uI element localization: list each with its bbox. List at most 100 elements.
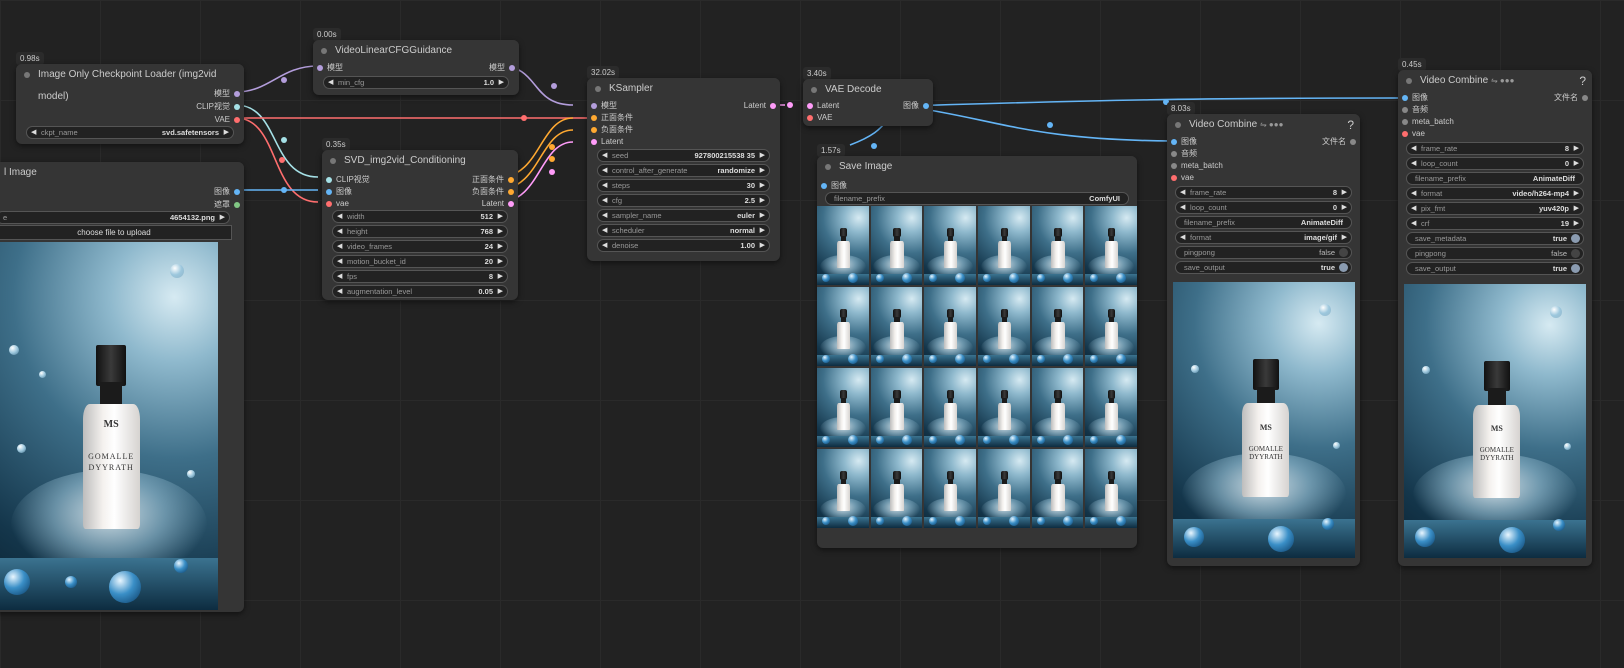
- pix-fmt-combo[interactable]: ◀ pix_fmt yuv420p ▶: [1406, 202, 1584, 215]
- arrow-left-icon[interactable]: ◀: [1180, 232, 1185, 243]
- arrow-left-icon[interactable]: ◀: [1411, 143, 1416, 154]
- arrow-right-icon[interactable]: ▶: [1574, 203, 1579, 214]
- pingpong-toggle[interactable]: pingpong false: [1175, 246, 1352, 259]
- slot-dot-icon[interactable]: [1582, 95, 1588, 101]
- output-thumbnail[interactable]: [817, 449, 869, 528]
- output-thumbnail[interactable]: [924, 368, 976, 447]
- filename-prefix-text[interactable]: filename_prefix ComfyUI: [825, 192, 1129, 205]
- save-output-toggle[interactable]: save_output true: [1175, 261, 1352, 274]
- min-cfg-number[interactable]: ◀ min_cfg 1.0 ▶: [323, 76, 509, 89]
- video-preview[interactable]: MS GOMALLE DYYRATH: [1404, 284, 1586, 558]
- node-vae-decode[interactable]: VAE Decode Latent VAE 图像: [803, 79, 933, 126]
- input-slot-audio[interactable]: 音频: [1402, 104, 1428, 116]
- filename-prefix-text[interactable]: filename_prefix AnimateDiff: [1175, 216, 1352, 229]
- arrow-left-icon[interactable]: ◀: [337, 226, 342, 237]
- arrow-right-icon[interactable]: ▶: [1342, 187, 1347, 198]
- output-thumbnail[interactable]: [924, 449, 976, 528]
- arrow-left-icon[interactable]: ◀: [602, 165, 607, 176]
- filename-prefix-text[interactable]: filename_prefix AnimateDiff: [1406, 172, 1584, 185]
- output-slot-vae[interactable]: VAE: [215, 114, 240, 126]
- cfg-number[interactable]: ◀ cfg 2.5 ▶: [597, 194, 770, 207]
- input-slot-clip-vision[interactable]: CLIP视觉: [326, 174, 370, 186]
- collapse-dot-icon[interactable]: [330, 158, 336, 164]
- slot-dot-icon[interactable]: [326, 189, 332, 195]
- pingpong-toggle[interactable]: pingpong false: [1406, 247, 1584, 260]
- slot-dot-icon[interactable]: [807, 115, 813, 121]
- arrow-right-icon[interactable]: ▶: [760, 150, 765, 161]
- collapse-dot-icon[interactable]: [24, 72, 30, 78]
- image-combo[interactable]: e 4654132.png ▶: [0, 211, 230, 224]
- slot-dot-icon[interactable]: [807, 103, 813, 109]
- collapse-dot-icon[interactable]: [811, 87, 817, 93]
- node-svd-conditioning[interactable]: SVD_img2vid_Conditioning CLIP视觉 图像 vae 正…: [322, 150, 518, 300]
- output-thumbnail[interactable]: [978, 449, 1030, 528]
- input-slot-audio[interactable]: 音频: [1171, 148, 1197, 160]
- slot-dot-icon[interactable]: [1171, 151, 1177, 157]
- ckpt-name-combo[interactable]: ◀ ckpt_name svd.safetensors ▶: [26, 126, 234, 139]
- output-thumbnail[interactable]: [870, 287, 923, 366]
- output-thumbnail[interactable]: [817, 287, 869, 366]
- output-thumbnail[interactable]: [924, 287, 976, 366]
- slot-dot-icon[interactable]: [591, 139, 597, 145]
- loop-count-number[interactable]: ◀ loop_count 0 ▶: [1406, 157, 1584, 170]
- node-video-linear-cfg[interactable]: VideoLinearCFGGuidance 模型 模型 ◀ min_cfg 1.0…: [313, 40, 519, 95]
- input-slot-model[interactable]: 模型: [317, 62, 343, 74]
- arrow-right-icon[interactable]: ▶: [760, 195, 765, 206]
- input-slot-positive[interactable]: 正面条件: [591, 112, 633, 124]
- arrow-right-icon[interactable]: ▶: [760, 225, 765, 236]
- steps-number[interactable]: ◀ steps 30 ▶: [597, 179, 770, 192]
- output-slot-filenames[interactable]: 文件名: [1322, 136, 1356, 148]
- arrow-right-icon[interactable]: ▶: [1574, 158, 1579, 169]
- slot-dot-icon[interactable]: [1350, 139, 1356, 145]
- slot-dot-icon[interactable]: [1171, 139, 1177, 145]
- node-checkpoint-loader[interactable]: Image Only Checkpoint Loader (img2vid mo…: [16, 64, 244, 144]
- output-slot-mask[interactable]: 遮罩: [214, 199, 240, 211]
- collapse-dot-icon[interactable]: [321, 48, 327, 54]
- output-thumbnail[interactable]: [817, 206, 869, 285]
- arrow-right-icon[interactable]: ▶: [760, 210, 765, 221]
- slot-dot-icon[interactable]: [234, 117, 240, 123]
- loop-count-number[interactable]: ◀ loop_count 0 ▶: [1175, 201, 1352, 214]
- denoise-number[interactable]: ◀ denoise 1.00 ▶: [597, 239, 770, 252]
- output-thumbnail[interactable]: [1031, 368, 1084, 447]
- output-slot-latent[interactable]: Latent: [744, 100, 776, 112]
- arrow-left-icon[interactable]: ◀: [328, 77, 333, 88]
- slot-dot-icon[interactable]: [591, 127, 597, 133]
- output-thumbnail[interactable]: [1085, 368, 1137, 447]
- node-header[interactable]: VideoLinearCFGGuidance: [313, 40, 519, 62]
- node-ksampler[interactable]: KSampler 模型 正面条件 负面条件 Latent Latent ◀ see…: [587, 78, 780, 261]
- node-video-combine-2[interactable]: Video Combine ⇋ ●●●? 图像 音频 meta_batch va…: [1398, 70, 1592, 566]
- arrow-right-icon[interactable]: ▶: [760, 180, 765, 191]
- crf-number[interactable]: ◀ crf 19 ▶: [1406, 217, 1584, 230]
- output-thumbnail[interactable]: [870, 449, 923, 528]
- frame-rate-number[interactable]: ◀ frame_rate 8 ▶: [1406, 142, 1584, 155]
- output-slot-model[interactable]: 模型: [214, 88, 240, 100]
- slot-dot-icon[interactable]: [234, 189, 240, 195]
- input-slot-latent[interactable]: Latent: [807, 100, 839, 112]
- arrow-right-icon[interactable]: ▶: [1342, 232, 1347, 243]
- fps-number[interactable]: ◀ fps 8 ▶: [332, 270, 508, 283]
- arrow-right-icon[interactable]: ▶: [498, 271, 503, 282]
- slot-dot-icon[interactable]: [923, 103, 929, 109]
- arrow-left-icon[interactable]: ◀: [602, 240, 607, 251]
- format-combo[interactable]: ◀ format image/gif ▶: [1175, 231, 1352, 244]
- slot-dot-icon[interactable]: [770, 103, 776, 109]
- seed-number[interactable]: ◀ seed 927800215538 35 ▶: [597, 149, 770, 162]
- input-slot-vae[interactable]: vae: [326, 198, 349, 210]
- arrow-left-icon[interactable]: ◀: [31, 127, 36, 138]
- output-slot-image[interactable]: 图像: [214, 186, 240, 198]
- upload-button[interactable]: choose file to upload: [0, 225, 232, 240]
- arrow-right-icon[interactable]: ▶: [760, 240, 765, 251]
- arrow-left-icon[interactable]: ◀: [337, 286, 342, 297]
- node-header[interactable]: Video Combine ⇋ ●●●?: [1398, 70, 1592, 92]
- arrow-left-icon[interactable]: ◀: [602, 210, 607, 221]
- arrow-left-icon[interactable]: ◀: [1180, 187, 1185, 198]
- input-slot-images[interactable]: 图像: [1402, 92, 1428, 104]
- slot-dot-icon[interactable]: [1171, 175, 1177, 181]
- node-header[interactable]: Save Image: [817, 156, 1137, 178]
- toggle-knob-icon[interactable]: [1339, 248, 1348, 257]
- help-icon[interactable]: ?: [1579, 70, 1586, 92]
- slot-dot-icon[interactable]: [234, 202, 240, 208]
- slot-dot-icon[interactable]: [509, 65, 515, 71]
- slot-dot-icon[interactable]: [1402, 131, 1408, 137]
